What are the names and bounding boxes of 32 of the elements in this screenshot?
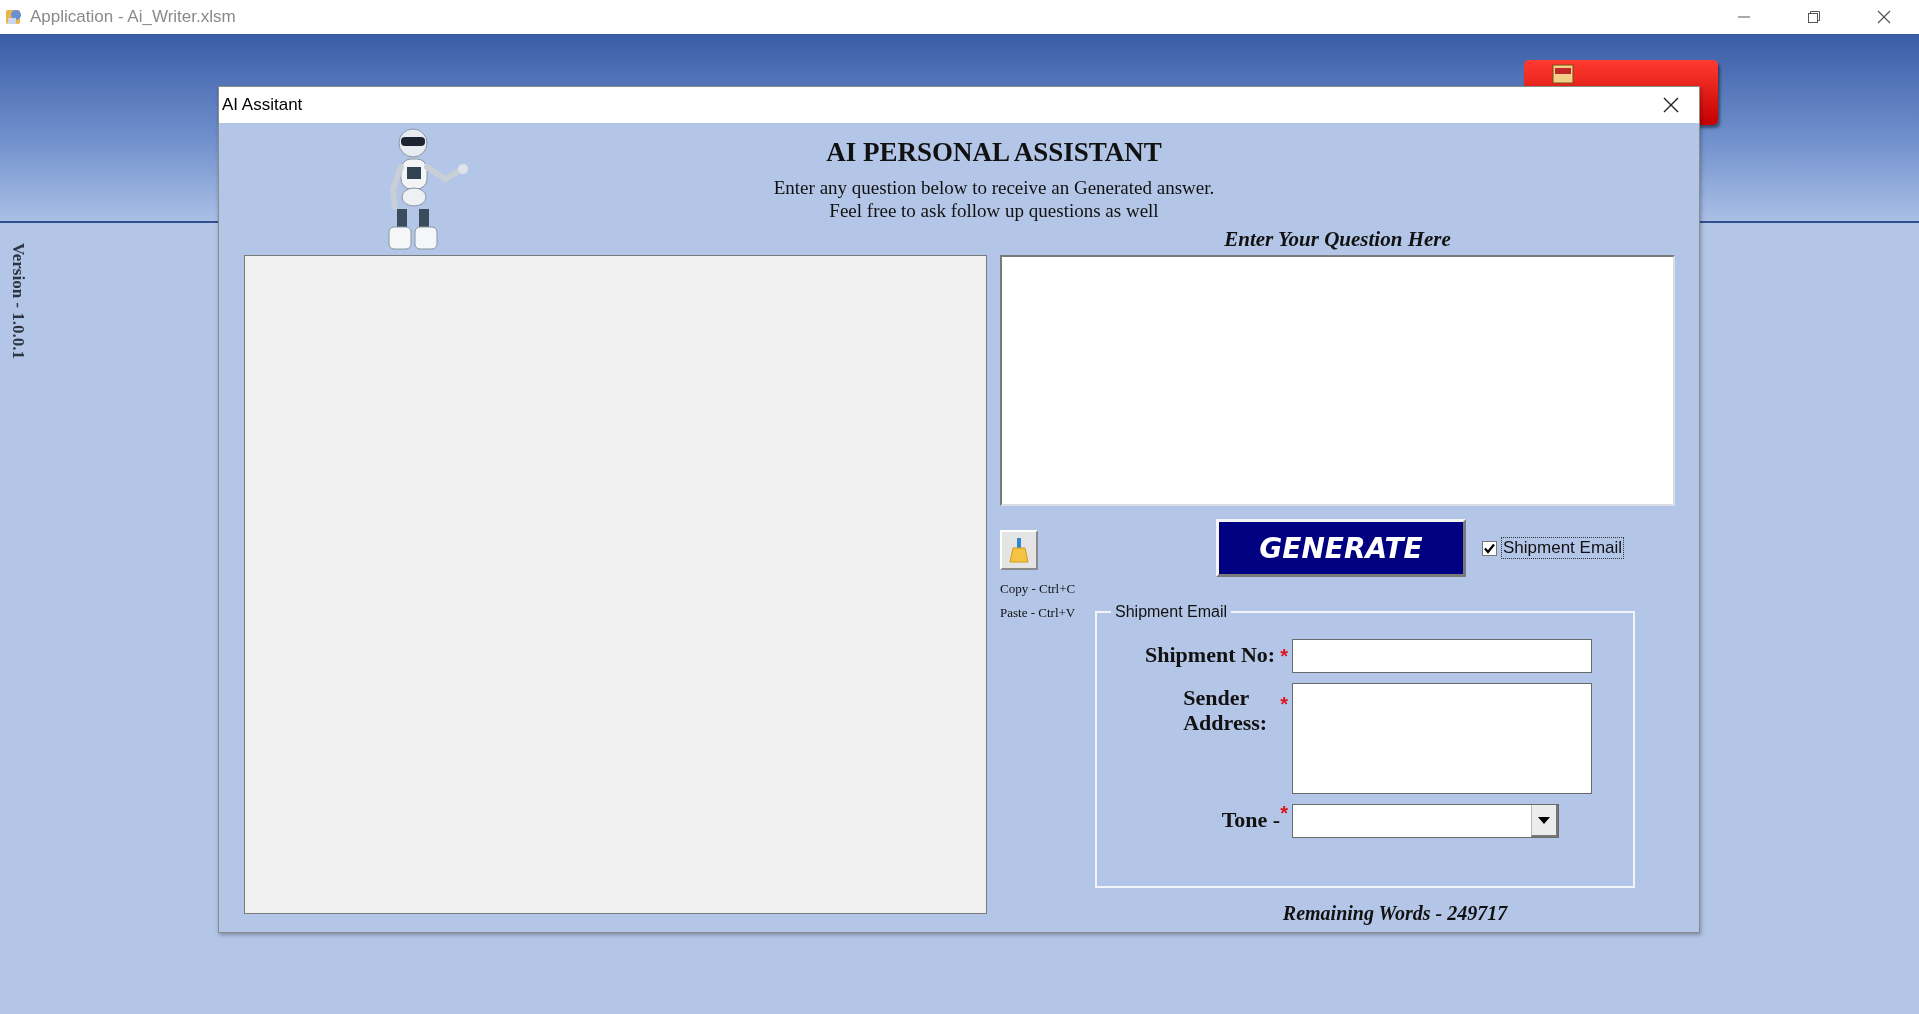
dropdown-arrow-icon — [1538, 816, 1550, 824]
dialog-heading: AI PERSONAL ASSISTANT — [825, 137, 1163, 168]
text-area[interactable] — [1292, 683, 1592, 794]
field-label: Shipment No: — [1145, 642, 1276, 668]
door-icon — [1552, 64, 1574, 84]
question-label: Enter Your Question Here — [1223, 227, 1452, 253]
version-label: Version - 1.0.0.1 — [8, 243, 28, 359]
checkbox-label[interactable]: Shipment Email — [1501, 537, 1625, 559]
app-icon — [4, 7, 24, 27]
group-title: Shipment Email — [1114, 603, 1229, 621]
text-field[interactable] — [1292, 639, 1592, 673]
dropdown[interactable] — [1292, 804, 1559, 838]
question-field[interactable] — [1000, 255, 1675, 506]
field-label: Tone - — [1221, 807, 1281, 833]
required-mark: * — [1280, 802, 1288, 826]
shortcut-hint: Paste - Ctrl+V — [1000, 605, 1077, 622]
checkbox[interactable] — [1482, 540, 1497, 556]
window-title: Application - Ai_Writer.xlsm — [30, 7, 236, 27]
dialog-title: AI Assitant — [222, 95, 303, 115]
required-mark: * — [1280, 693, 1288, 717]
shortcut-hint: Copy - Ctrl+C — [1000, 581, 1077, 598]
instruction-text: Enter any question below to receive an Generated answer. — [772, 176, 1216, 199]
broom-icon — [1008, 537, 1030, 563]
remaining-words-label: Remaining Words - 249717 — [1281, 902, 1509, 925]
generate-button[interactable]: GENERATE — [1216, 519, 1466, 577]
required-mark: * — [1280, 645, 1288, 668]
instruction-text: Feel free to ask follow up questions as well — [828, 199, 1160, 222]
restore-icon — [1807, 10, 1821, 24]
field-label: Sender Address: — [1183, 685, 1268, 735]
clear-button[interactable] — [1000, 530, 1038, 570]
close-button[interactable] — [1663, 97, 1679, 113]
close-icon — [1877, 10, 1891, 24]
